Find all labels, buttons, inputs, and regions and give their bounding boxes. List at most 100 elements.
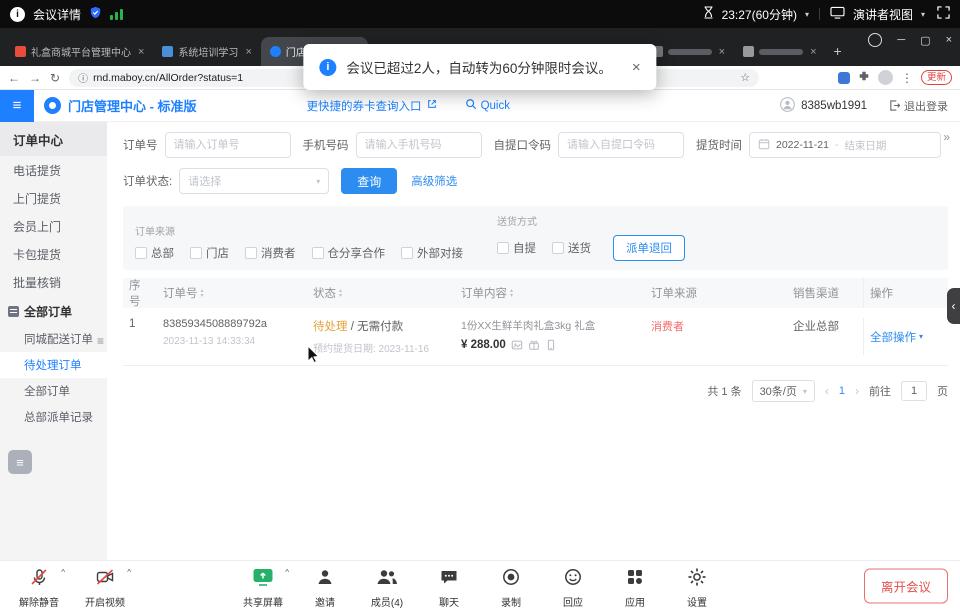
screen: i 会议详情 23:27(60分钟) ▾ 演讲者视图 ▾: [0, 0, 960, 610]
image-icon[interactable]: [511, 339, 523, 351]
meeting-toast: i 会议已超过2人，自动转为60分钟限时会议。 ×: [303, 44, 656, 90]
logout-button[interactable]: 退出登录: [889, 98, 948, 114]
checkbox-external[interactable]: 外部对接: [401, 245, 463, 261]
new-tab-button[interactable]: +: [834, 43, 842, 59]
phone-input[interactable]: [356, 132, 482, 158]
menu-hamburger-icon[interactable]: ≡: [0, 90, 34, 122]
info-icon[interactable]: i: [10, 7, 25, 22]
meeting-panel-handle[interactable]: ‹: [947, 288, 960, 324]
members-label: 成员(4): [371, 594, 403, 609]
goto-page-input[interactable]: [901, 381, 927, 401]
record-button[interactable]: 录制: [484, 565, 538, 609]
tab-close-icon[interactable]: ×: [810, 46, 816, 58]
view-mode-label[interactable]: 演讲者视图: [853, 6, 913, 23]
all-actions-dropdown[interactable]: 全部操作▾: [870, 329, 923, 345]
fullscreen-icon[interactable]: [937, 6, 950, 22]
order-status-select[interactable]: 请选择 ▾: [179, 168, 329, 194]
sort-icon[interactable]: ▴▾: [201, 289, 204, 299]
quick-search-link[interactable]: Quick: [465, 98, 510, 113]
order-no-input[interactable]: [165, 132, 291, 158]
tab-close-icon[interactable]: ×: [138, 46, 144, 58]
gift-icon[interactable]: [528, 339, 540, 351]
site-info-icon[interactable]: ⓘ: [78, 70, 88, 85]
window-minimize-icon[interactable]: ─: [897, 34, 905, 46]
leave-meeting-button[interactable]: 离开会议: [864, 568, 948, 603]
browser-menu-icon[interactable]: ⋮: [901, 71, 913, 85]
browser-update-chip[interactable]: 更新: [921, 70, 952, 85]
members-button[interactable]: 成员(4): [360, 565, 414, 609]
start-video-button[interactable]: 开启视频 ^: [78, 565, 132, 609]
sidebar-item-card-pickup[interactable]: 卡包提货: [0, 240, 107, 268]
chevron-up-icon[interactable]: ^: [127, 568, 131, 577]
extension-icon[interactable]: [838, 72, 850, 84]
phone-icon[interactable]: [545, 339, 557, 351]
sort-icon[interactable]: ▴▾: [510, 289, 513, 299]
browser-tab[interactable]: 系统培训学习 ×: [153, 37, 260, 66]
dispatch-return-button[interactable]: 派单退回: [613, 235, 685, 261]
checkbox-warehouse-coop[interactable]: 仓分享合作: [312, 245, 386, 261]
checkbox-hq[interactable]: 总部: [135, 245, 174, 261]
sidebar-item-all-orders[interactable]: 全部订单: [0, 378, 107, 404]
sidebar-item-city-delivery[interactable]: 同城配送订单: [0, 326, 107, 352]
current-page[interactable]: 1: [839, 385, 845, 397]
checkbox-self-pickup[interactable]: 自提: [497, 240, 536, 256]
tab-close-icon[interactable]: ×: [719, 46, 725, 58]
browser-profile-icon[interactable]: [868, 33, 882, 47]
checkbox-delivery[interactable]: 送货: [552, 240, 591, 256]
back-icon[interactable]: ←: [8, 71, 20, 85]
reload-icon[interactable]: ↻: [50, 71, 60, 85]
bookmark-star-icon[interactable]: ☆: [740, 71, 750, 84]
col-order-no[interactable]: 订单号▴▾: [157, 285, 307, 301]
settings-button[interactable]: 设置: [670, 565, 724, 609]
invite-button[interactable]: 邀请: [298, 565, 352, 609]
page-size-select[interactable]: 30条/页▾: [752, 380, 815, 402]
floating-list-button[interactable]: ≡: [8, 450, 32, 474]
toast-close-icon[interactable]: ×: [632, 59, 641, 76]
prev-page-icon[interactable]: ‹: [825, 384, 829, 398]
date-range-picker[interactable]: 2022-11-21 - 结束日期: [749, 132, 941, 158]
share-screen-button[interactable]: 共享屏幕 ^: [236, 565, 290, 609]
unmute-label: 解除静音: [19, 594, 59, 609]
sidebar-item-pending-orders[interactable]: 待处理订单: [0, 352, 107, 378]
meeting-details-label[interactable]: 会议详情: [33, 6, 81, 23]
apps-button[interactable]: 应用: [608, 565, 662, 609]
extensions-puzzle-icon[interactable]: [858, 69, 870, 87]
browser-avatar-icon[interactable]: [878, 70, 893, 85]
col-content[interactable]: 订单内容▴▾: [455, 285, 645, 301]
browser-tab[interactable]: 礼盒商城平台管理中心 ×: [6, 37, 153, 66]
chevron-up-icon[interactable]: ^: [61, 568, 65, 577]
timer-dropdown-icon[interactable]: ▾: [805, 10, 809, 19]
checkbox-consumer[interactable]: 消费者: [245, 245, 296, 261]
sidebar-group-all-orders[interactable]: 全部订单: [0, 296, 107, 326]
view-dropdown-icon[interactable]: ▾: [921, 10, 925, 19]
sidebar-item-batch-verify[interactable]: 批量核销: [0, 268, 107, 296]
sidebar-item-hq-dispatch[interactable]: 总部派单记录: [0, 404, 107, 430]
sidebar-item-phone-pickup[interactable]: 电话提货: [0, 156, 107, 184]
sidebar-item-door-pickup[interactable]: 上门提货: [0, 184, 107, 212]
pickup-code-input[interactable]: [558, 132, 684, 158]
sidebar-item-member-visit[interactable]: 会员上门: [0, 212, 107, 240]
chevron-up-icon[interactable]: ^: [285, 568, 289, 577]
advanced-filter-link[interactable]: 高级筛选: [411, 173, 457, 189]
status-badge: 待处理: [313, 321, 348, 333]
shield-security-icon[interactable]: [89, 6, 102, 22]
order-number[interactable]: 8385934508889792a: [163, 318, 301, 330]
panel-collapse-icon[interactable]: »: [943, 130, 950, 144]
search-button[interactable]: 查询: [341, 168, 397, 194]
username[interactable]: 8385wb1991: [801, 100, 867, 112]
next-page-icon[interactable]: ›: [855, 384, 859, 398]
forward-icon[interactable]: →: [29, 71, 41, 85]
quick-entry-link[interactable]: 更快捷的券卡查询入口: [307, 98, 437, 114]
status-pickup-date: 预约提货日期: 2023-11-16: [313, 340, 449, 355]
browser-tab[interactable]: ×: [734, 37, 825, 66]
unmute-button[interactable]: 解除静音 ^: [12, 565, 66, 609]
reactions-button[interactable]: 回应: [546, 565, 600, 609]
checkbox-store[interactable]: 门店: [190, 245, 229, 261]
window-close-icon[interactable]: ×: [946, 34, 952, 46]
chat-button[interactable]: 聊天: [422, 565, 476, 609]
sort-icon[interactable]: ▴▾: [339, 289, 342, 299]
tab-close-icon[interactable]: ×: [245, 46, 251, 58]
col-status[interactable]: 状态▴▾: [307, 285, 455, 301]
window-maximize-icon[interactable]: ▢: [920, 34, 930, 47]
sidebar-collapse-icon[interactable]: ≡: [97, 334, 104, 348]
